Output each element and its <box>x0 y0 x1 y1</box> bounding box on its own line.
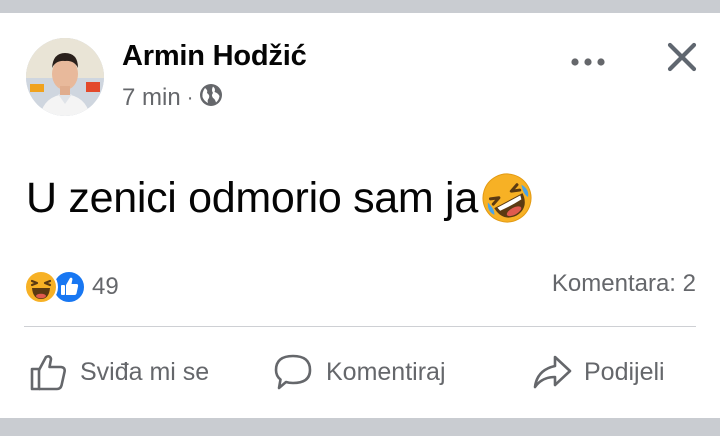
more-options-button[interactable] <box>566 47 610 77</box>
post-text: U zenici odmorio sam ja <box>26 171 534 225</box>
reactions-summary[interactable]: 49 <box>24 269 119 305</box>
post-text-content: U zenici odmorio sam ja <box>26 173 478 222</box>
close-button[interactable] <box>660 35 704 79</box>
globe-icon <box>199 83 223 114</box>
comments-count[interactable]: Komentara: 2 <box>552 270 696 298</box>
like-button[interactable]: Sviđa mi se <box>28 349 209 395</box>
meta-separator: · <box>186 86 194 109</box>
post-card: Armin Hodžić 7 min · U zenici odmorio sa… <box>0 13 720 418</box>
divider <box>24 326 696 327</box>
share-label: Podijeli <box>584 357 665 386</box>
comment-label: Komentiraj <box>326 357 446 386</box>
thumbs-up-icon <box>30 355 66 391</box>
close-icon <box>667 42 697 72</box>
post-meta: 7 min · <box>122 83 223 113</box>
rolling-laughing-emoji-icon <box>480 171 534 225</box>
like-label: Sviđa mi se <box>80 357 210 386</box>
share-button[interactable]: Podijeli <box>532 349 665 395</box>
post-time[interactable]: 7 min <box>122 84 181 112</box>
comment-bubble-icon <box>274 354 312 390</box>
avatar[interactable] <box>26 38 104 116</box>
more-dots-icon <box>571 58 605 66</box>
haha-reaction-icon <box>24 270 58 304</box>
feed-separator <box>0 418 720 436</box>
author-name[interactable]: Armin Hodžić <box>122 40 307 73</box>
comment-button[interactable]: Komentiraj <box>272 349 446 395</box>
reaction-count: 49 <box>92 273 119 300</box>
share-arrow-icon <box>533 355 572 389</box>
